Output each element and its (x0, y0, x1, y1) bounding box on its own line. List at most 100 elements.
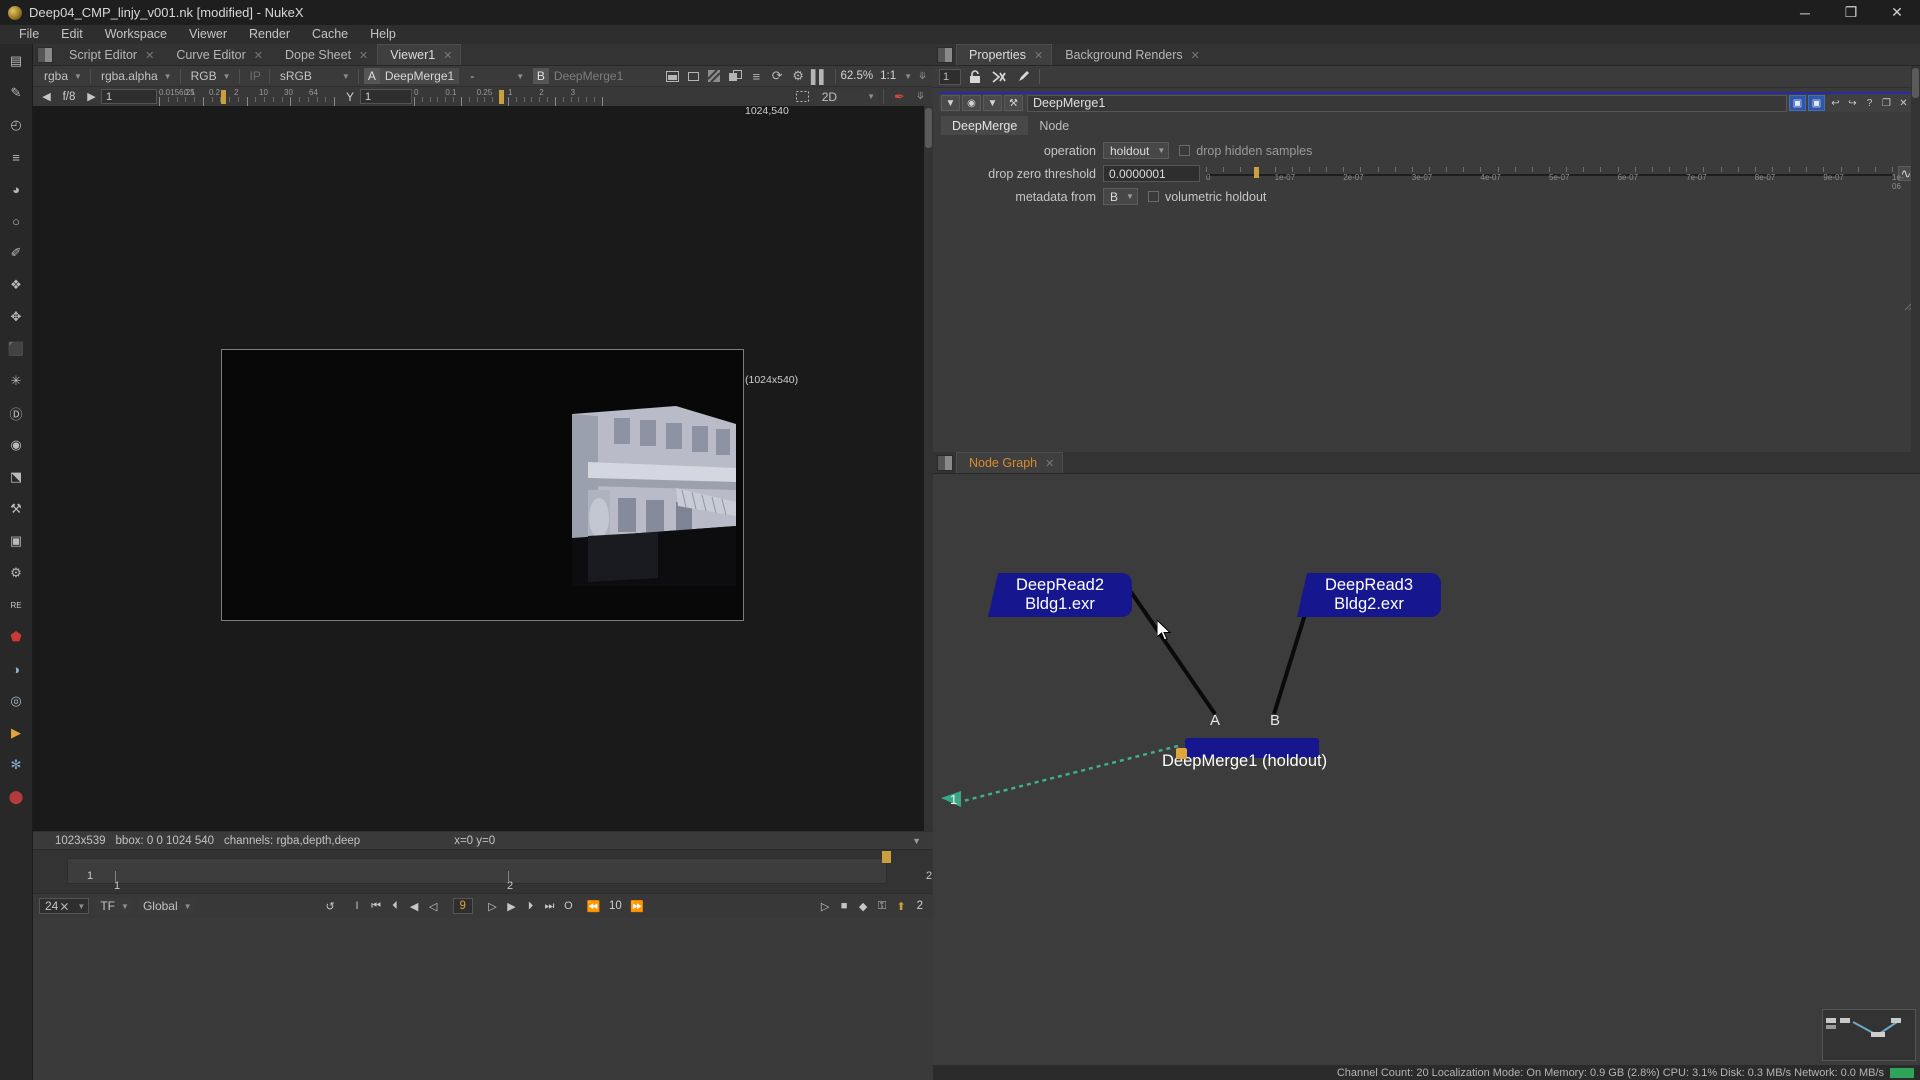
gain-input[interactable]: 1 (101, 89, 157, 104)
prev-fstop-button[interactable]: ◀ (37, 88, 56, 105)
tab-curve-editor[interactable]: Curve Editor ✕ (163, 44, 273, 65)
in-point-button[interactable]: I (348, 898, 367, 915)
node-graph-canvas[interactable]: DeepRead2 Bldg1.exr DeepRead3 Bldg2.exr … (933, 474, 1920, 1065)
playback-mode-button[interactable]: ▷ (816, 898, 835, 915)
display-mode-selector[interactable]: RGB ▼ (185, 68, 234, 84)
lock-range-button[interactable]: ⚿ (873, 898, 892, 915)
viewer-vertical-scrollbar[interactable] (924, 106, 933, 831)
minimize-button[interactable]: ─ (1782, 0, 1828, 25)
close-icon[interactable]: ✕ (145, 49, 154, 62)
lock-icon[interactable] (965, 68, 985, 86)
proxy-icon[interactable] (685, 68, 702, 85)
pen-icon[interactable]: ✒ (891, 88, 908, 105)
menu-workspace[interactable]: Workspace (94, 25, 178, 44)
fast-forward-button[interactable]: ⏩ (628, 898, 647, 915)
expand-toolbar-icon[interactable]: ⤋ (914, 68, 931, 85)
next-keyframe-button[interactable]: ⏵ (521, 898, 540, 915)
cryptomatte-icon[interactable]: ✻ (3, 752, 29, 778)
sync-mode-selector[interactable]: Global ▼ (137, 898, 195, 914)
ip-toggle[interactable]: IP (244, 68, 264, 84)
menu-cache[interactable]: Cache (301, 25, 359, 44)
other-icon[interactable]: ▣ (3, 528, 29, 554)
stop-button[interactable]: ■ (835, 898, 854, 915)
properties-vertical-scrollbar[interactable] (1911, 66, 1920, 452)
channel-icon[interactable]: ≡ (3, 144, 29, 170)
primatte-icon[interactable]: ▶ (3, 720, 29, 746)
viewer-process-selector[interactable]: sRGB ▼ (274, 68, 353, 84)
metadata-icon[interactable]: ⬔ (3, 464, 29, 490)
redgiant-icon[interactable]: ⬟ (3, 624, 29, 650)
step-back-button[interactable]: ◁ (424, 898, 443, 915)
viewer-timeline[interactable]: 1 | 1 | 2 2 (33, 849, 933, 893)
tab-script-editor[interactable]: Script Editor ✕ (56, 44, 164, 65)
gamma-slider[interactable]: 0 0.1 0.25 1 2 3 (414, 88, 603, 106)
drop-hidden-samples-checkbox[interactable] (1179, 145, 1191, 156)
keyer-icon[interactable]: ✐ (3, 240, 29, 266)
close-icon[interactable]: ✕ (443, 49, 452, 62)
channel-layer-selector[interactable]: rgba.alpha ▼ (95, 68, 175, 84)
edit-icon[interactable] (1013, 68, 1033, 86)
merge-icon[interactable]: ❖ (3, 272, 29, 298)
menu-render[interactable]: Render (238, 25, 301, 44)
tab-node[interactable]: Node (1028, 116, 1081, 135)
time-icon[interactable]: ◴ (3, 112, 29, 138)
tab-dope-sheet[interactable]: Dope Sheet ✕ (272, 44, 378, 65)
viewer-image-area[interactable]: 1024,540 (1024x540) (33, 105, 933, 831)
roi-icon[interactable] (664, 68, 681, 85)
zoom-level[interactable]: 62.5% (841, 70, 874, 82)
ocula-icon[interactable]: ⚙ (3, 560, 29, 586)
close-icon[interactable]: ✕ (1191, 49, 1200, 62)
tab-properties[interactable]: Properties ✕ (956, 44, 1053, 65)
gain-icon[interactable] (727, 68, 744, 85)
close-button[interactable]: ✕ (1874, 0, 1920, 25)
last-frame-button[interactable]: ⏭ (540, 898, 559, 915)
particles-icon[interactable]: ✳ (3, 368, 29, 394)
refresh-icon[interactable]: ⟳ (769, 68, 786, 85)
node-graph-minimap[interactable] (1822, 1009, 1916, 1061)
volumetric-holdout-checkbox[interactable] (1147, 191, 1159, 202)
color-icon[interactable]: ◕ (3, 176, 29, 202)
key-button[interactable]: ◆ (854, 898, 873, 915)
timecode-mode-selector[interactable]: TF ▼ (95, 898, 132, 914)
sync-icon[interactable]: ⚙ (790, 68, 807, 85)
gamma-slider-handle[interactable] (499, 89, 505, 104)
maximize-button[interactable]: ❐ (1828, 0, 1874, 25)
wrench-icon[interactable]: ⚒ (1004, 95, 1023, 111)
draw-icon[interactable]: ✎ (3, 80, 29, 106)
roi-select-icon[interactable] (794, 88, 811, 105)
image-icon[interactable]: ▤ (3, 48, 29, 74)
frame-increment-value[interactable]: 10 (609, 900, 622, 912)
clear-all-icon[interactable] (989, 68, 1009, 86)
tab-deepmerge[interactable]: DeepMerge (941, 116, 1029, 135)
rewind-button[interactable]: ⏪ (584, 898, 603, 915)
redo-icon[interactable]: ↪ (1844, 95, 1861, 111)
load-preset-icon[interactable]: ▣ (1789, 95, 1806, 111)
node-name-input[interactable]: DeepMerge1 (1027, 94, 1787, 112)
views-icon[interactable]: ◉ (3, 432, 29, 458)
menu-file[interactable]: File (8, 25, 50, 44)
node-deepread3[interactable]: DeepRead3 Bldg2.exr (1297, 573, 1441, 617)
chevron-down-icon[interactable]: ▼ (904, 72, 912, 81)
pause-icon[interactable]: ▌▌ (811, 68, 828, 85)
menu-edit[interactable]: Edit (50, 25, 94, 44)
loop-button[interactable]: O (559, 898, 578, 915)
tab-viewer1[interactable]: Viewer1 ✕ (377, 44, 462, 65)
wipe-icon[interactable] (706, 68, 723, 85)
color-swatch-icon[interactable]: ◉ (962, 95, 981, 111)
current-frame-input[interactable]: 9 (452, 898, 473, 914)
first-frame-button[interactable]: ⏮ (367, 898, 386, 915)
timeline-strip[interactable] (67, 851, 891, 884)
close-icon[interactable]: ✕ (1045, 457, 1054, 470)
operation-selector[interactable]: holdout ▼ (1103, 142, 1170, 159)
extra-icon[interactable]: ⬤ (3, 784, 29, 810)
metadata-from-selector[interactable]: B ▼ (1103, 188, 1138, 205)
frame-server-button[interactable]: ⬆ (892, 898, 911, 915)
help-icon[interactable]: ? (1861, 95, 1878, 111)
node-deepread2[interactable]: DeepRead2 Bldg1.exr (988, 573, 1132, 617)
close-icon[interactable]: ✕ (254, 49, 263, 62)
close-icon[interactable]: ✕ (359, 49, 368, 62)
play-forward-button[interactable]: ▶ (502, 898, 521, 915)
toolsets-icon[interactable]: ⚒ (3, 496, 29, 522)
transform-icon[interactable]: ✥ (3, 304, 29, 330)
pixel-aspect[interactable]: 1:1 (880, 70, 896, 82)
